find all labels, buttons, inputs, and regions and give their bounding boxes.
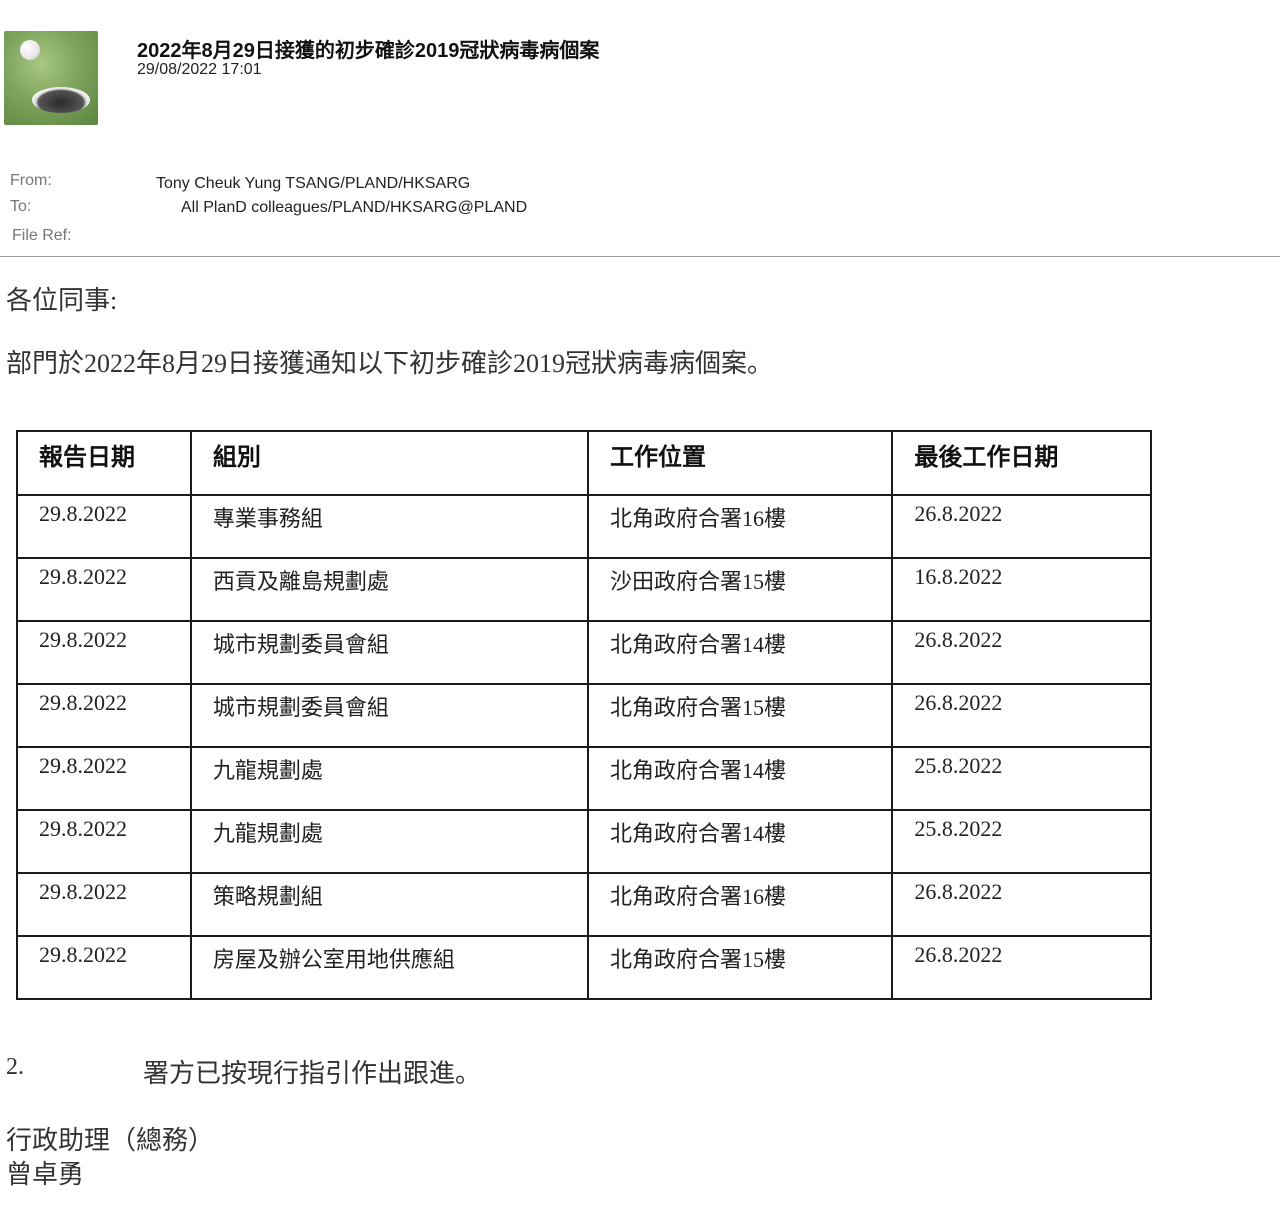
to-value[interactable]: All PlanD colleagues/PLAND/HKSARG@PLAND <box>181 199 527 217</box>
cell-group: 西貢及離島規劃處 <box>189 557 589 622</box>
header-work-location: 工作位置 <box>586 430 894 496</box>
table-row: 29.8.2022 西貢及離島規劃處 沙田政府合署15樓 16.8.2022 <box>16 557 1152 622</box>
table-row: 29.8.2022 房屋及辦公室用地供應組 北角政府合署15樓 26.8.202… <box>16 935 1152 1000</box>
cell-report-date: 29.8.2022 <box>16 494 192 559</box>
table-row: 29.8.2022 城市規劃委員會組 北角政府合署14樓 26.8.2022 <box>16 620 1152 685</box>
greeting: 各位同事: <box>6 286 118 315</box>
cell-report-date: 29.8.2022 <box>16 683 192 748</box>
cell-work-location: 北角政府合署14樓 <box>586 746 894 811</box>
from-value[interactable]: Tony Cheuk Yung TSANG/PLAND/HKSARG <box>156 175 470 193</box>
cell-last-work-date: 26.8.2022 <box>891 872 1152 937</box>
cell-group: 城市規劃委員會組 <box>189 620 589 685</box>
table-row: 29.8.2022 策略規劃組 北角政府合署16樓 26.8.2022 <box>16 872 1152 937</box>
paragraph-2-number: 2. <box>6 1054 24 1080</box>
header-divider <box>0 256 1280 257</box>
table-row: 29.8.2022 九龍規劃處 北角政府合署14樓 25.8.2022 <box>16 746 1152 811</box>
table-header-row: 報告日期 組別 工作位置 最後工作日期 <box>16 430 1152 496</box>
cell-group: 九龍規劃處 <box>189 809 589 874</box>
cell-report-date: 29.8.2022 <box>16 557 192 622</box>
paragraph-2-text: 署方已按現行指引作出跟進。 <box>143 1059 482 1088</box>
cell-group: 九龍規劃處 <box>189 746 589 811</box>
golf-ball-icon <box>20 40 40 60</box>
to-label: To: <box>10 198 32 215</box>
cell-last-work-date: 16.8.2022 <box>891 557 1152 622</box>
cell-work-location: 北角政府合署14樓 <box>586 620 894 685</box>
cell-last-work-date: 26.8.2022 <box>891 683 1152 748</box>
cases-table: 報告日期 組別 工作位置 最後工作日期 29.8.2022 專業事務組 北角政府… <box>16 430 1152 1000</box>
cell-report-date: 29.8.2022 <box>16 620 192 685</box>
cell-group: 城市規劃委員會組 <box>189 683 589 748</box>
cell-work-location: 北角政府合署15樓 <box>586 683 894 748</box>
intro-paragraph: 部門於2022年8月29日接獲通知以下初步確診2019冠狀病毒病個案。 <box>6 349 774 378</box>
cell-last-work-date: 25.8.2022 <box>891 809 1152 874</box>
cell-work-location: 北角政府合署15樓 <box>586 935 894 1000</box>
cell-group: 專業事務組 <box>189 494 589 559</box>
cell-group: 策略規劃組 <box>189 872 589 937</box>
cell-report-date: 29.8.2022 <box>16 872 192 937</box>
cell-report-date: 29.8.2022 <box>16 935 192 1000</box>
header-report-date: 報告日期 <box>16 430 192 496</box>
email-subject: 2022年8月29日接獲的初步確診2019冠狀病毒病個案 <box>137 40 600 62</box>
cell-report-date: 29.8.2022 <box>16 746 192 811</box>
header-last-work-date: 最後工作日期 <box>891 430 1152 496</box>
signature-name: 曾卓勇 <box>6 1160 85 1189</box>
table-row: 29.8.2022 城市規劃委員會組 北角政府合署15樓 26.8.2022 <box>16 683 1152 748</box>
signature-title: 行政助理（總務） <box>6 1126 215 1155</box>
header-group: 組別 <box>189 430 589 496</box>
cell-work-location: 北角政府合署14樓 <box>586 809 894 874</box>
sender-avatar <box>4 31 98 125</box>
cell-work-location: 北角政府合署16樓 <box>586 494 894 559</box>
cell-work-location: 北角政府合署16樓 <box>586 872 894 937</box>
cell-work-location: 沙田政府合署15樓 <box>586 557 894 622</box>
cell-last-work-date: 26.8.2022 <box>891 620 1152 685</box>
file-ref-label: File Ref: <box>12 227 72 244</box>
cell-last-work-date: 26.8.2022 <box>891 494 1152 559</box>
from-label: From: <box>10 172 52 189</box>
email-date: 29/08/2022 17:01 <box>137 61 262 78</box>
table-row: 29.8.2022 專業事務組 北角政府合署16樓 26.8.2022 <box>16 494 1152 559</box>
cell-last-work-date: 26.8.2022 <box>891 935 1152 1000</box>
table-row: 29.8.2022 九龍規劃處 北角政府合署14樓 25.8.2022 <box>16 809 1152 874</box>
cell-last-work-date: 25.8.2022 <box>891 746 1152 811</box>
cell-report-date: 29.8.2022 <box>16 809 192 874</box>
golf-hole-icon <box>32 87 90 113</box>
cell-group: 房屋及辦公室用地供應組 <box>189 935 589 1000</box>
